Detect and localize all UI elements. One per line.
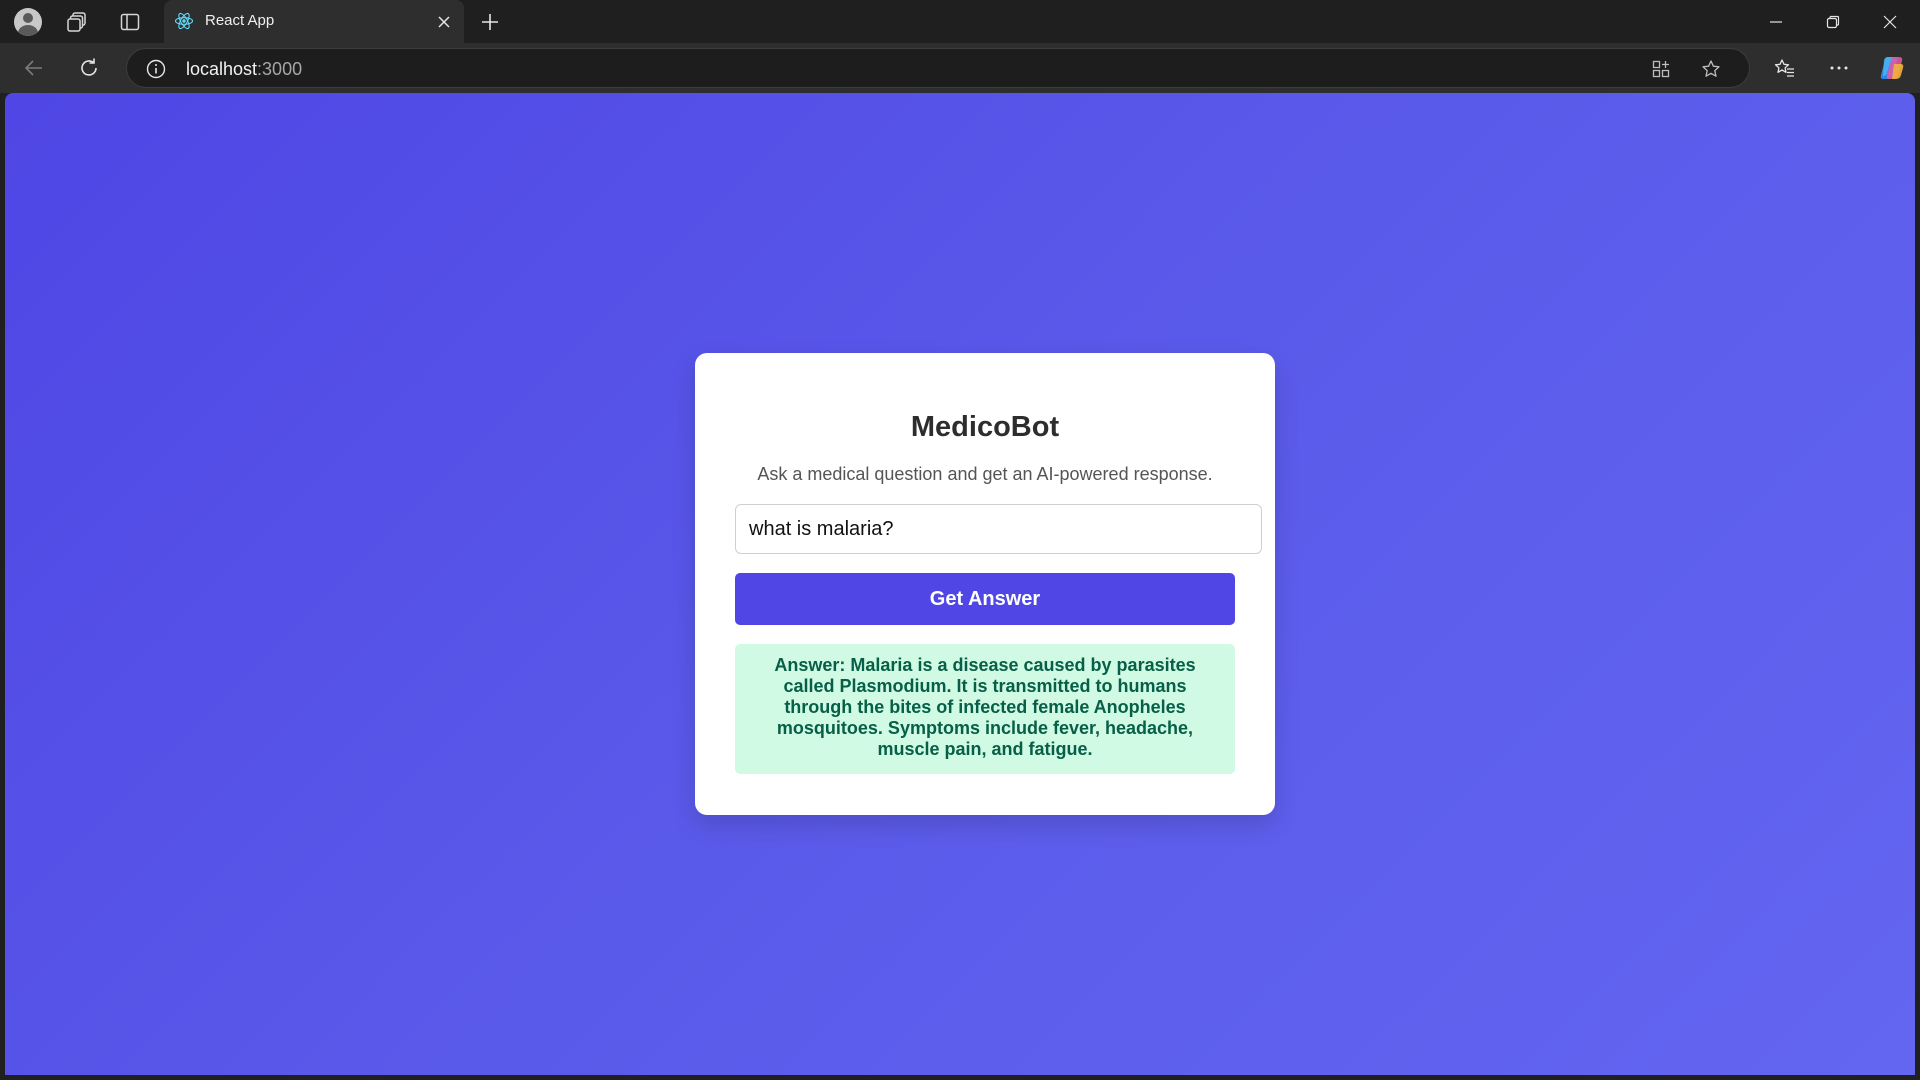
favorites-list-icon [1774, 59, 1794, 77]
favorite-button[interactable] [1695, 53, 1727, 85]
restore-button[interactable] [1805, 0, 1861, 43]
browser-tab-active[interactable]: React App [164, 0, 464, 43]
profile-avatar [14, 8, 42, 36]
get-answer-button[interactable]: Get Answer [735, 573, 1235, 625]
react-logo-icon [174, 12, 194, 30]
apps-icon [1652, 60, 1670, 78]
answer-label: Answer: [774, 655, 846, 675]
close-icon [1883, 15, 1897, 28]
address-host: localhost [186, 59, 258, 79]
browser-title-bar: React App [0, 0, 1920, 43]
page-subtitle: Ask a medical question and get an AI-pow… [757, 464, 1213, 484]
address-bar[interactable]: localhost:3000 [126, 48, 1750, 88]
tab-title: React App [205, 12, 275, 29]
browser-toolbar: localhost:3000 [0, 43, 1920, 93]
new-tab-button[interactable] [474, 6, 506, 38]
close-window-button[interactable] [1862, 0, 1918, 43]
address-port: :3000 [257, 59, 303, 79]
refresh-icon [81, 58, 97, 76]
app-available-button[interactable] [1645, 53, 1677, 85]
more-button[interactable] [1823, 52, 1855, 84]
workspaces-icon [67, 12, 86, 32]
profile-button[interactable] [12, 6, 44, 38]
vertical-tabs-button[interactable] [114, 6, 146, 38]
copilot-button[interactable] [1876, 52, 1908, 84]
minimize-icon [1770, 20, 1782, 23]
address-url[interactable]: localhost:3000 [186, 59, 302, 80]
back-button[interactable] [18, 52, 50, 84]
restore-icon [1826, 15, 1840, 28]
star-icon [1702, 60, 1720, 77]
back-arrow-icon [24, 60, 42, 76]
copilot-icon [1880, 57, 1904, 79]
workspaces-button[interactable] [61, 6, 93, 38]
question-input[interactable] [735, 504, 1262, 554]
page-title: MedicoBot [910, 411, 1060, 443]
tab-close-button[interactable] [432, 10, 456, 34]
minimize-button[interactable] [1748, 0, 1804, 43]
medicobot-card: MedicoBot Ask a medical question and get… [695, 353, 1275, 815]
info-icon[interactable] [145, 58, 167, 80]
page-viewport: MedicoBot Ask a medical question and get… [5, 93, 1915, 1075]
answer-box: Answer: Malaria is a disease caused by pa… [735, 644, 1235, 774]
vertical-tabs-icon [120, 13, 140, 31]
refresh-button[interactable] [73, 52, 105, 84]
close-icon [438, 16, 450, 28]
plus-icon [482, 14, 498, 30]
more-icon [1830, 66, 1848, 70]
favorites-button[interactable] [1769, 52, 1801, 84]
